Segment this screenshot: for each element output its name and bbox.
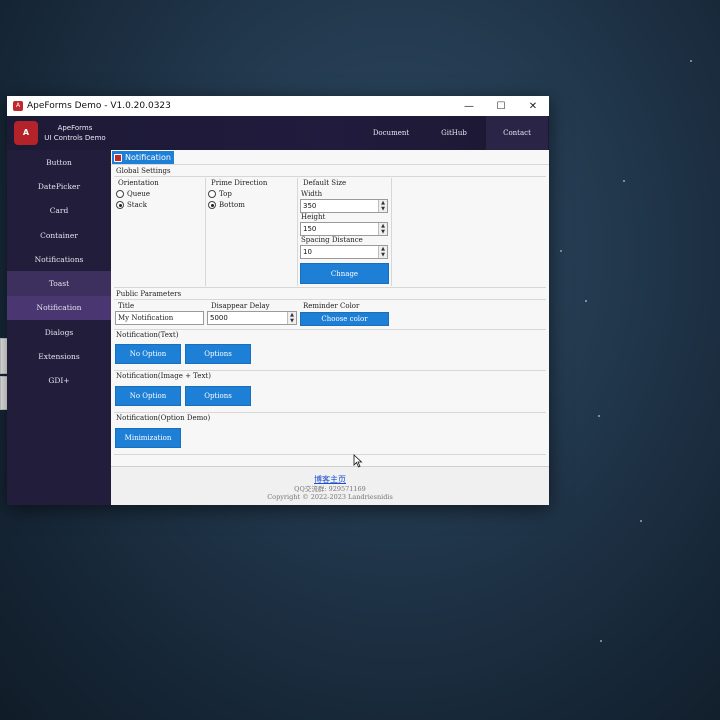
width-label: Width (301, 190, 323, 198)
sidebar-item-notifications[interactable]: Notifications (7, 247, 111, 271)
image-section-heading: Notification(Image + Text) (116, 372, 211, 380)
spin-arrows-icon[interactable]: ▲ ▼ (378, 246, 387, 258)
tab-label: Notification (125, 153, 171, 162)
radio-stack-label: Stack (127, 201, 147, 209)
radio-top[interactable]: Top (208, 190, 232, 198)
app-icon: A (13, 101, 23, 111)
text-options-button[interactable]: Options (185, 344, 251, 364)
divider (205, 178, 206, 286)
sidebar-item-toast[interactable]: Toast (7, 271, 111, 296)
window-title: ApeForms Demo - V1.0.20.0323 (27, 101, 171, 111)
text-section-heading: Notification(Text) (116, 331, 179, 339)
brand-name: ApeForms (57, 124, 93, 132)
app-logo-icon: A (14, 121, 38, 145)
reminder-color-label: Reminder Color (303, 302, 360, 310)
spin-arrows-icon[interactable]: ▲ ▼ (287, 312, 296, 324)
sidebar: Button DatePicker Card Container Notific… (7, 150, 111, 505)
spacing-value: 10 (303, 248, 312, 256)
spacing-stepper[interactable]: 10 ▲ ▼ (300, 245, 388, 259)
brand: ApeForms UI Controls Demo (43, 123, 107, 143)
spacing-label: Spacing Distance (301, 236, 363, 244)
delay-stepper[interactable]: 5000 ▲ ▼ (207, 311, 297, 325)
nav-document[interactable]: Document (360, 116, 422, 150)
sidebar-item-extensions[interactable]: Extensions (7, 344, 111, 368)
nav-github[interactable]: GitHub (423, 116, 485, 150)
sidebar-item-button[interactable]: Button (7, 150, 111, 174)
title-bar: A ApeForms Demo - V1.0.20.0323 — ☐ ✕ (7, 96, 549, 116)
sidebar-item-notification[interactable]: Notification (7, 295, 111, 321)
option-section-heading: Notification(Option Demo) (116, 414, 211, 422)
radio-bottom-label: Bottom (219, 201, 245, 209)
sidebar-item-card[interactable]: Card (7, 199, 111, 223)
tab-divider (111, 164, 549, 165)
maximize-button[interactable]: ☐ (485, 96, 517, 116)
image-options-button[interactable]: Options (185, 386, 251, 406)
title-input[interactable]: My Notification (115, 311, 204, 325)
radio-bottom[interactable]: Bottom (208, 201, 245, 209)
radio-stack[interactable]: Stack (116, 201, 147, 209)
global-settings-heading: Global Settings (116, 167, 171, 175)
content-panel: Notification Global Settings Orientation… (111, 150, 549, 466)
radio-queue-label: Queue (127, 190, 151, 198)
title-label: Title (118, 302, 135, 310)
height-stepper[interactable]: 150 ▲ ▼ (300, 222, 388, 236)
text-no-option-button[interactable]: No Option (115, 344, 181, 364)
close-button[interactable]: ✕ (517, 96, 549, 116)
divider (114, 454, 546, 455)
prime-direction-label: Prime Direction (211, 179, 268, 187)
sidebar-item-dialogs[interactable]: Dialogs (7, 320, 111, 344)
divider (114, 299, 546, 300)
app-header: A ApeForms UI Controls Demo Document Git… (7, 116, 549, 150)
choose-color-button[interactable]: Choose color (300, 312, 389, 326)
qq-group-text: QQ交流群: 929571169 (294, 485, 366, 493)
sidebar-item-gdi[interactable]: GDI+ (7, 369, 111, 393)
orientation-label: Orientation (118, 179, 159, 187)
public-parameters-heading: Public Parameters (116, 290, 182, 298)
copyright-text: Copyright © 2022-2023 Landriesnidis (267, 493, 393, 501)
sidebar-item-datepicker[interactable]: DatePicker (7, 174, 111, 198)
change-button[interactable]: Chnage (300, 263, 389, 284)
divider (114, 370, 546, 371)
height-value: 150 (303, 225, 317, 233)
app-window: A ApeForms Demo - V1.0.20.0323 — ☐ ✕ A A… (7, 96, 549, 505)
height-label: Height (301, 213, 326, 221)
nav-contact[interactable]: Contact (486, 116, 548, 150)
spin-arrows-icon[interactable]: ▲ ▼ (378, 223, 387, 235)
mouse-cursor-icon (353, 454, 363, 468)
divider (297, 178, 298, 286)
divider (391, 178, 392, 286)
width-value: 350 (303, 202, 317, 210)
minimize-button[interactable]: — (453, 96, 485, 116)
divider (114, 412, 546, 413)
divider (114, 287, 546, 288)
brand-subtitle: UI Controls Demo (44, 134, 106, 142)
tab-app-icon (114, 153, 122, 162)
radio-circle (116, 190, 124, 198)
radio-circle-selected (208, 201, 216, 209)
divider (114, 176, 546, 177)
tab-notification[interactable]: Notification (112, 151, 174, 164)
footer: 博客主页 QQ交流群: 929571169 Copyright © 2022-2… (111, 466, 549, 505)
divider (114, 329, 546, 330)
radio-top-label: Top (219, 190, 232, 198)
delay-label: Disappear Delay (211, 302, 270, 310)
default-size-label: Default Size (303, 179, 347, 187)
width-stepper[interactable]: 350 ▲ ▼ (300, 199, 388, 213)
minimization-button[interactable]: Minimization (115, 428, 181, 448)
delay-value: 5000 (210, 314, 228, 322)
sidebar-item-container[interactable]: Container (7, 223, 111, 247)
radio-queue[interactable]: Queue (116, 190, 150, 198)
image-no-option-button[interactable]: No Option (115, 386, 181, 406)
blog-link[interactable]: 博客主页 (111, 474, 549, 485)
radio-circle-selected (116, 201, 124, 209)
radio-circle (208, 190, 216, 198)
spin-arrows-icon[interactable]: ▲ ▼ (378, 200, 387, 212)
